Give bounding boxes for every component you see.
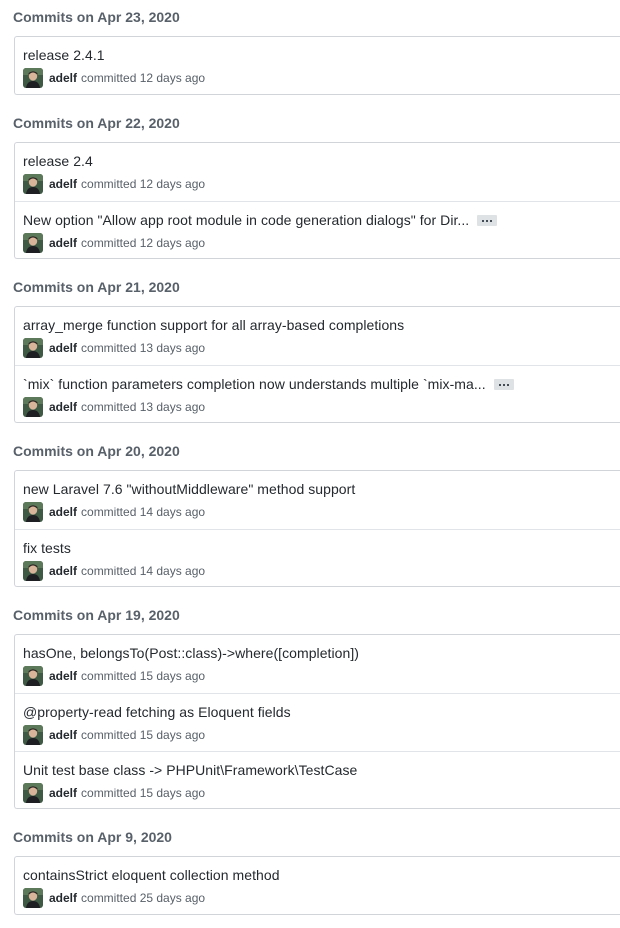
ellipsis-icon[interactable] bbox=[477, 214, 498, 226]
commit-time: committed 25 days ago bbox=[81, 891, 206, 905]
commit-row: @property-read fetching as Eloquent fiel… bbox=[15, 693, 620, 751]
ellipsis-icon[interactable] bbox=[493, 378, 514, 390]
commit-author-link[interactable]: adelf bbox=[49, 400, 77, 414]
commit-message-link[interactable]: release 2.4 bbox=[23, 153, 93, 169]
commit-meta: adelf committed 14 days ago bbox=[23, 502, 205, 522]
commit-group: Commits on Apr 19, 2020 hasOne, belongsTo… bbox=[0, 605, 620, 809]
commit-author-link[interactable]: adelf bbox=[49, 891, 77, 905]
commit-author-link[interactable]: adelf bbox=[49, 786, 77, 800]
commit-group: Commits on Apr 9, 2020 containsStrict elo… bbox=[0, 827, 620, 915]
commit-title: fix tests bbox=[23, 540, 71, 556]
commit-meta: adelf committed 14 days ago bbox=[23, 561, 205, 581]
commit-message-link[interactable]: @property-read fetching as Eloquent fiel… bbox=[23, 704, 291, 720]
commit-list-box: new Laravel 7.6 "withoutMiddleware" meth… bbox=[14, 470, 620, 587]
commit-author-link[interactable]: adelf bbox=[49, 564, 77, 578]
commit-list-box: release 2.4 adelf committed 12 days ago Ne… bbox=[14, 142, 620, 259]
avatar-icon[interactable] bbox=[23, 68, 43, 88]
commit-author-link[interactable]: adelf bbox=[49, 177, 77, 191]
commit-time: committed 12 days ago bbox=[81, 177, 206, 191]
commit-author-link[interactable]: adelf bbox=[49, 71, 77, 85]
commit-title: hasOne, belongsTo(Post::class)->where([c… bbox=[23, 645, 359, 661]
commit-title: Unit test base class -> PHPUnit\Framewor… bbox=[23, 762, 357, 778]
commit-group: Commits on Apr 20, 2020 new Laravel 7.6 "… bbox=[0, 441, 620, 587]
avatar-icon[interactable] bbox=[23, 725, 43, 745]
commit-group-heading: Commits on Apr 9, 2020 bbox=[13, 829, 172, 845]
commit-time: committed 15 days ago bbox=[81, 669, 206, 683]
avatar-icon[interactable] bbox=[23, 561, 43, 581]
commit-row: release 2.4.1 adelf committed 12 days ago bbox=[15, 37, 620, 95]
commit-group: Commits on Apr 23, 2020 release 2.4.1 ade… bbox=[0, 7, 620, 95]
commit-message-link[interactable]: `mix` function parameters completion now… bbox=[23, 376, 486, 392]
commit-list-box: array_merge function support for all arr… bbox=[14, 306, 620, 423]
commit-list-box: hasOne, belongsTo(Post::class)->where([c… bbox=[14, 634, 620, 809]
commit-row: array_merge function support for all arr… bbox=[15, 307, 620, 365]
commit-row: New option "Allow app root module in cod… bbox=[15, 201, 620, 259]
commit-time: committed 15 days ago bbox=[81, 786, 206, 800]
commit-author-link[interactable]: adelf bbox=[49, 341, 77, 355]
commit-row: containsStrict eloquent collection metho… bbox=[15, 857, 620, 915]
commit-time: committed 14 days ago bbox=[81, 564, 206, 578]
commit-meta: adelf committed 13 days ago bbox=[23, 338, 205, 358]
commit-time: committed 15 days ago bbox=[81, 728, 206, 742]
commit-message-link[interactable]: hasOne, belongsTo(Post::class)->where([c… bbox=[23, 645, 359, 661]
commit-meta: adelf committed 15 days ago bbox=[23, 725, 205, 745]
commit-group-heading: Commits on Apr 19, 2020 bbox=[13, 607, 180, 623]
avatar-icon[interactable] bbox=[23, 888, 43, 908]
commit-time: committed 12 days ago bbox=[81, 71, 206, 85]
commit-message-link[interactable]: new Laravel 7.6 "withoutMiddleware" meth… bbox=[23, 481, 355, 497]
commit-author-link[interactable]: adelf bbox=[49, 669, 77, 683]
commit-title: release 2.4 bbox=[23, 153, 93, 169]
avatar-icon[interactable] bbox=[23, 338, 43, 358]
commit-group-heading: Commits on Apr 22, 2020 bbox=[13, 115, 180, 131]
commit-title: @property-read fetching as Eloquent fiel… bbox=[23, 704, 291, 720]
commit-message-link[interactable]: Unit test base class -> PHPUnit\Framewor… bbox=[23, 762, 357, 778]
commit-time: committed 12 days ago bbox=[81, 236, 206, 250]
commit-message-link[interactable]: containsStrict eloquent collection metho… bbox=[23, 867, 280, 883]
commit-row: Unit test base class -> PHPUnit\Framewor… bbox=[15, 751, 620, 809]
commit-row: release 2.4 adelf committed 12 days ago bbox=[15, 143, 620, 201]
commit-message-link[interactable]: array_merge function support for all arr… bbox=[23, 317, 404, 333]
commit-row: fix tests adelf committed 14 days ago bbox=[15, 529, 620, 587]
avatar-icon[interactable] bbox=[23, 666, 43, 686]
commit-row: new Laravel 7.6 "withoutMiddleware" meth… bbox=[15, 471, 620, 529]
commit-message-link[interactable]: New option "Allow app root module in cod… bbox=[23, 212, 469, 228]
commit-message-link[interactable]: fix tests bbox=[23, 540, 71, 556]
commit-time: committed 14 days ago bbox=[81, 505, 206, 519]
commit-time: committed 13 days ago bbox=[81, 400, 206, 414]
commit-time: committed 13 days ago bbox=[81, 341, 206, 355]
commit-title: array_merge function support for all arr… bbox=[23, 317, 404, 333]
commit-author-link[interactable]: adelf bbox=[49, 236, 77, 250]
commit-title: containsStrict eloquent collection metho… bbox=[23, 867, 280, 883]
commit-group: Commits on Apr 22, 2020 release 2.4 adelf… bbox=[0, 113, 620, 259]
commit-author-link[interactable]: adelf bbox=[49, 505, 77, 519]
commit-title: release 2.4.1 bbox=[23, 47, 105, 63]
commit-list-box: containsStrict eloquent collection metho… bbox=[14, 856, 620, 915]
commit-meta: adelf committed 13 days ago bbox=[23, 397, 205, 417]
commit-group-heading: Commits on Apr 23, 2020 bbox=[13, 9, 180, 25]
commit-meta: adelf committed 12 days ago bbox=[23, 68, 205, 88]
commit-message-link[interactable]: release 2.4.1 bbox=[23, 47, 105, 63]
commit-meta: adelf committed 25 days ago bbox=[23, 888, 205, 908]
avatar-icon[interactable] bbox=[23, 783, 43, 803]
avatar-icon[interactable] bbox=[23, 397, 43, 417]
commit-row: `mix` function parameters completion now… bbox=[15, 365, 620, 423]
commit-group-heading: Commits on Apr 21, 2020 bbox=[13, 279, 180, 295]
avatar-icon[interactable] bbox=[23, 174, 43, 194]
commit-author-link[interactable]: adelf bbox=[49, 728, 77, 742]
avatar-icon[interactable] bbox=[23, 502, 43, 522]
commit-group: Commits on Apr 21, 2020 array_merge funct… bbox=[0, 277, 620, 423]
commit-title: New option "Allow app root module in cod… bbox=[23, 212, 498, 228]
commit-list-box: release 2.4.1 adelf committed 12 days ago bbox=[14, 36, 620, 95]
commit-meta: adelf committed 12 days ago bbox=[23, 233, 205, 253]
commit-meta: adelf committed 15 days ago bbox=[23, 666, 205, 686]
commit-row: hasOne, belongsTo(Post::class)->where([c… bbox=[15, 635, 620, 693]
commit-title: `mix` function parameters completion now… bbox=[23, 376, 514, 392]
commit-meta: adelf committed 15 days ago bbox=[23, 783, 205, 803]
commit-group-heading: Commits on Apr 20, 2020 bbox=[13, 443, 180, 459]
commit-title: new Laravel 7.6 "withoutMiddleware" meth… bbox=[23, 481, 355, 497]
commit-meta: adelf committed 12 days ago bbox=[23, 174, 205, 194]
avatar-icon[interactable] bbox=[23, 233, 43, 253]
